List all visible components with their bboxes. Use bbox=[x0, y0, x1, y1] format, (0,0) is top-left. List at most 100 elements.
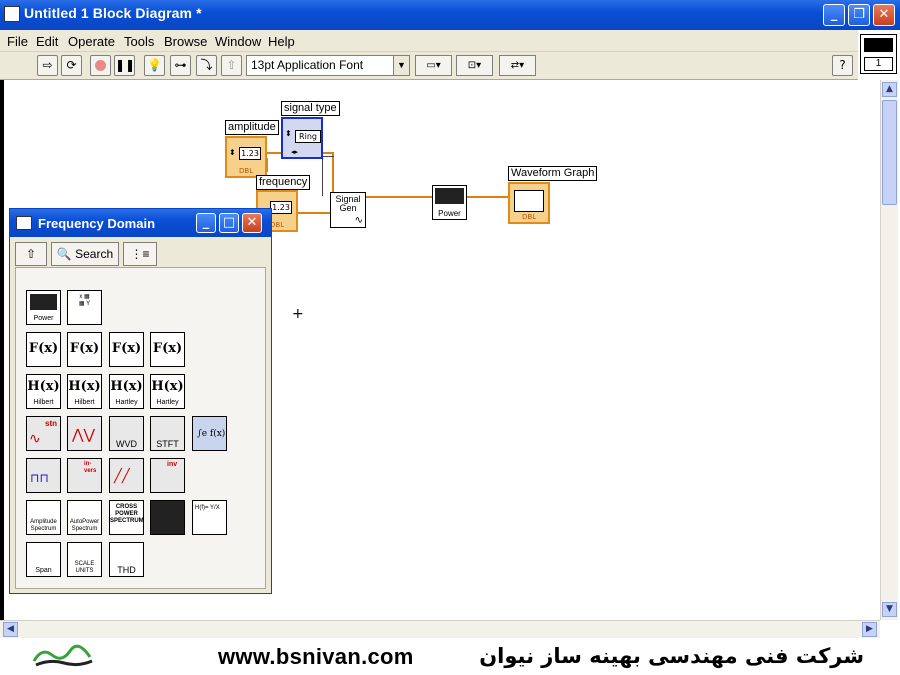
menu-browse[interactable]: Browse bbox=[164, 34, 207, 49]
vi-glyph: H(x) bbox=[151, 379, 184, 394]
waveform-graph-label[interactable]: Waveform Graph bbox=[508, 166, 598, 181]
horizontal-scrollbar[interactable]: ◀ ▶ bbox=[0, 620, 880, 638]
scroll-down-icon[interactable]: ▼ bbox=[882, 602, 897, 617]
wire-signal-type[interactable] bbox=[322, 156, 334, 157]
vi-integral-transform[interactable]: ∫e f(x) bbox=[192, 416, 227, 451]
vertical-scrollbar[interactable]: ▲ ▼ bbox=[880, 80, 898, 620]
toolbar: ⇨ ⟳ ❚❚ 💡 ⊶ ⤵ ⇧ 13pt Application Font ▼ ▭… bbox=[0, 52, 858, 80]
vi-span[interactable]: Span bbox=[26, 542, 61, 577]
scroll-up-icon[interactable]: ▲ bbox=[882, 82, 897, 97]
wire-signal-type-v[interactable] bbox=[322, 156, 323, 196]
wire-amplitude-v[interactable] bbox=[332, 152, 334, 196]
palette-options-button[interactable]: ⋮≡ bbox=[123, 242, 157, 266]
palette-maximize-button[interactable]: □ bbox=[219, 213, 239, 233]
amplitude-terminal[interactable]: ⬍ 1.23 DBL bbox=[225, 136, 267, 178]
vi-icon-pane[interactable]: 1 bbox=[860, 34, 897, 74]
menu-tools[interactable]: Tools bbox=[124, 34, 154, 49]
vi-inverse-hilbert[interactable]: H(x) Hilbert bbox=[67, 374, 102, 409]
step-out-button[interactable]: ⇧ bbox=[221, 55, 242, 76]
vertical-scroll-thumb[interactable] bbox=[882, 100, 897, 205]
run-continuously-button[interactable]: ⟳ bbox=[61, 55, 82, 76]
vi-autopower-spectrum[interactable]: AutoPower Spectrum bbox=[67, 500, 102, 535]
vi-frequency-response[interactable]: H(f)= Y/X bbox=[192, 500, 227, 535]
vi-fast-hartley[interactable]: H(x) Hartley bbox=[109, 374, 144, 409]
retain-wire-values-button[interactable]: ⊶ bbox=[170, 55, 191, 76]
menu-edit[interactable]: Edit bbox=[36, 34, 58, 49]
labview-app-icon[interactable] bbox=[4, 6, 20, 22]
vi-inverse-step[interactable]: in- vers bbox=[67, 458, 102, 493]
company-logo bbox=[32, 644, 93, 667]
palette-search-button[interactable]: 🔍 Search bbox=[51, 242, 119, 266]
font-select-value: 13pt Application Font bbox=[251, 58, 364, 72]
frequency-label[interactable]: frequency bbox=[256, 175, 311, 190]
frequency-domain-palette[interactable]: Frequency Domain _ □ ✕ ⇧ 🔍 Search ⋮≡ Pow… bbox=[9, 208, 272, 594]
distribute-objects-button[interactable]: ⊡▾ bbox=[456, 55, 493, 76]
minimize-button[interactable]: _ bbox=[823, 4, 845, 26]
vi-stft[interactable]: STFT bbox=[150, 416, 185, 451]
ring-arrows-icon: ◂▸ bbox=[291, 148, 299, 156]
vi-step-signal[interactable]: ⊓⊓ bbox=[26, 458, 61, 493]
run-button[interactable]: ⇨ bbox=[37, 55, 58, 76]
vi-spectrum-gain[interactable] bbox=[150, 500, 185, 535]
vi-amplitude-spectrum[interactable]: Amplitude Spectrum bbox=[26, 500, 61, 535]
chirp-icon: ⋀⋁ bbox=[72, 427, 95, 443]
vi-fft[interactable]: F(x) bbox=[26, 332, 61, 367]
vi-caption: Span bbox=[35, 567, 52, 574]
vi-glyph: F(x) bbox=[152, 341, 183, 356]
pause-button[interactable]: ❚❚ bbox=[114, 55, 135, 76]
menu-operate[interactable]: Operate bbox=[68, 34, 115, 49]
waveform-graph-type: DBL bbox=[522, 213, 537, 221]
vi-icon-number: 1 bbox=[864, 57, 893, 71]
palette-close-button[interactable]: ✕ bbox=[242, 213, 262, 233]
vi-icon-graphic bbox=[864, 38, 893, 52]
vi-fast-hilbert[interactable]: H(x) Hilbert bbox=[26, 374, 61, 409]
vi-chirp[interactable]: ⋀⋁ bbox=[67, 416, 102, 451]
vi-real-fft[interactable]: F(x) bbox=[109, 332, 144, 367]
spectrum-icon bbox=[30, 294, 57, 310]
vi-power-spectrum[interactable]: Power bbox=[26, 290, 61, 325]
reorder-button[interactable]: ⇄▾ bbox=[499, 55, 536, 76]
menu-window[interactable]: Window bbox=[215, 34, 261, 49]
close-button[interactable]: ✕ bbox=[873, 4, 895, 26]
vi-scale-units[interactable]: SCALE UNITS bbox=[67, 542, 102, 577]
scroll-right-icon[interactable]: ▶ bbox=[862, 622, 877, 637]
palette-minimize-button[interactable]: _ bbox=[196, 213, 216, 233]
stop-icon bbox=[95, 60, 106, 71]
waveform-graph-terminal[interactable]: DBL bbox=[508, 182, 550, 224]
context-help-button[interactable]: ? bbox=[832, 55, 853, 76]
vi-cross-spectrum[interactable]: x ▦ ▦ Y bbox=[67, 290, 102, 325]
wire-signal-to-power[interactable] bbox=[365, 196, 433, 198]
align-objects-button[interactable]: ▭▾ bbox=[415, 55, 452, 76]
scroll-left-icon[interactable]: ◀ bbox=[3, 622, 18, 637]
palette-up-button[interactable]: ⇧ bbox=[15, 242, 47, 266]
signal-type-label[interactable]: signal type bbox=[281, 101, 340, 116]
vi-caption: CROSS POWER SPECTRUM bbox=[110, 504, 144, 524]
palette-title-bar: Frequency Domain _ □ ✕ bbox=[10, 209, 271, 237]
vi-wvd[interactable]: WVD bbox=[109, 416, 144, 451]
options-icon: ⋮≡ bbox=[130, 247, 150, 261]
vi-inverse-hartley[interactable]: H(x) Hartley bbox=[150, 374, 185, 409]
restore-button[interactable]: ❐ bbox=[848, 4, 870, 26]
wire-power-to-graph[interactable] bbox=[466, 196, 510, 198]
power-node[interactable]: Power bbox=[432, 185, 467, 220]
vi-cross-power-spectrum[interactable]: CROSS POWER SPECTRUM bbox=[109, 500, 144, 535]
signal-type-terminal[interactable]: ⬍ Ring ◂▸ bbox=[281, 117, 323, 159]
palette-grid: Power x ▦ ▦ Y F(x) F(x) F(x) F(x) H(x) Hil… bbox=[15, 267, 266, 589]
highlight-execution-button[interactable]: 💡 bbox=[144, 55, 165, 76]
menu-help[interactable]: Help bbox=[268, 34, 295, 49]
wire-frequency[interactable] bbox=[296, 212, 332, 214]
vi-thd[interactable]: THD bbox=[109, 542, 144, 577]
increment-icon: ⬍ bbox=[285, 129, 292, 138]
vi-sweep[interactable]: ╱╱ bbox=[109, 458, 144, 493]
menu-file[interactable]: File bbox=[7, 34, 28, 49]
vi-inverse-fft[interactable]: F(x) bbox=[67, 332, 102, 367]
abort-button[interactable] bbox=[90, 55, 111, 76]
vi-inv[interactable]: inv bbox=[150, 458, 185, 493]
vi-stn[interactable]: stn ∿ bbox=[26, 416, 61, 451]
signal-gen-node[interactable]: Signal Gen ∿ bbox=[330, 192, 366, 228]
vi-inverse-real-fft[interactable]: F(x) bbox=[150, 332, 185, 367]
step-into-button[interactable]: ⤵ bbox=[196, 55, 217, 76]
amplitude-value: 1.23 bbox=[239, 147, 261, 160]
font-select[interactable]: 13pt Application Font ▼ bbox=[246, 55, 410, 76]
amplitude-label[interactable]: amplitude bbox=[225, 120, 279, 135]
